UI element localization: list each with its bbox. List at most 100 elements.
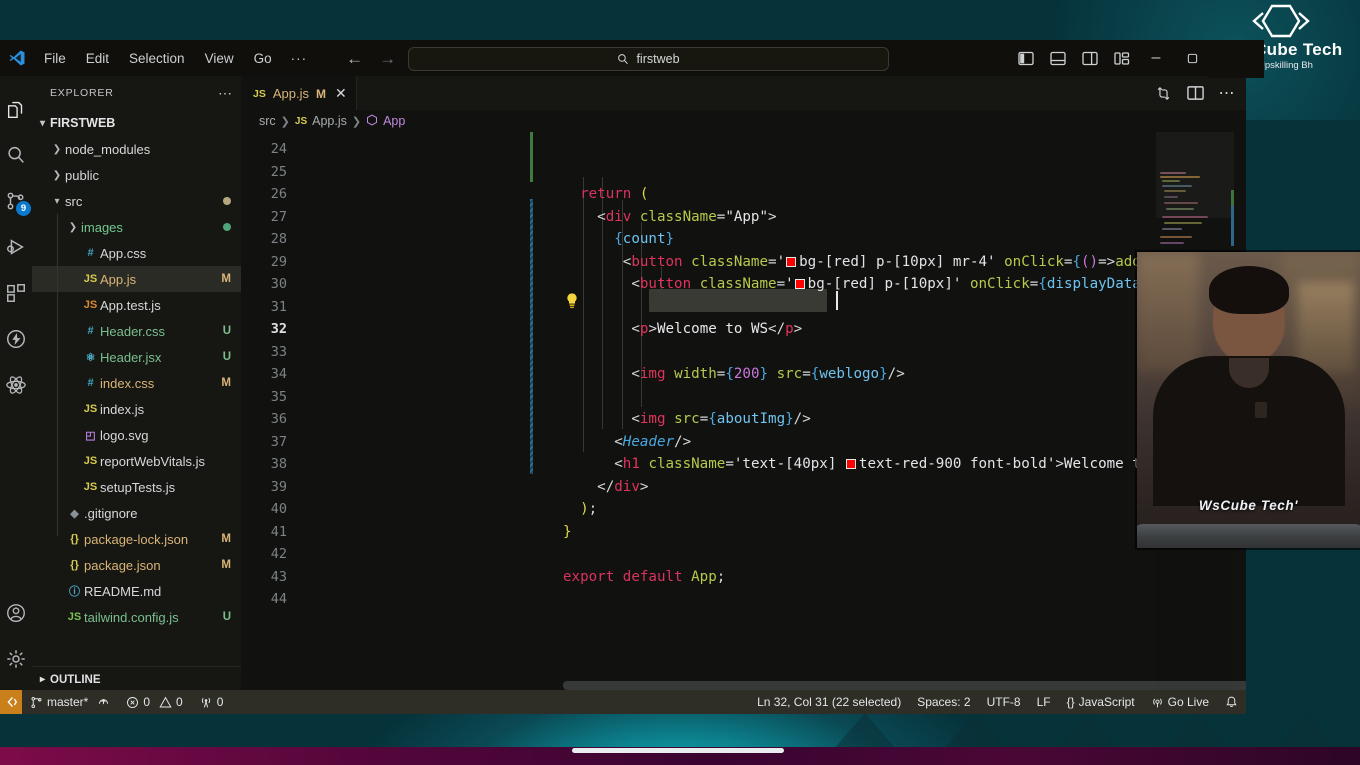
menu-view[interactable]: View <box>195 47 244 70</box>
status-problems[interactable]: 0 0 <box>118 690 190 714</box>
code-line[interactable]: <h1 className='text-[40px] text-red-900 … <box>563 453 1217 476</box>
file-name: node_modules <box>65 141 151 157</box>
status-branch[interactable]: master* <box>22 690 118 714</box>
menu-go[interactable]: Go <box>244 47 282 70</box>
bell-icon <box>1226 696 1237 707</box>
bottom-indicator-bar <box>572 748 784 753</box>
toggle-secondary-sidebar-icon[interactable] <box>1074 40 1106 76</box>
code-line[interactable]: <Header/> <box>563 431 691 454</box>
file-tree-item-package-json[interactable]: {} package.json M <box>32 552 241 578</box>
code-area[interactable]: 24 25 26 27 28 29 30 31 32 33 34 35 36 37 38 39 40 41 42 43… <box>241 132 1246 692</box>
file-tree-item-app-test-js[interactable]: JS App.test.js <box>32 292 241 318</box>
menu-edit[interactable]: Edit <box>76 47 119 70</box>
minimize-button[interactable]: – <box>1138 40 1174 76</box>
file-name: Header.jsx <box>100 349 162 365</box>
file-tree-item-logo-svg[interactable]: ◰ logo.svg <box>32 422 241 448</box>
status-indentation[interactable]: Spaces: 2 <box>909 690 978 714</box>
color-swatch <box>794 279 805 289</box>
status-cursor-position[interactable]: Ln 32, Col 31 (22 selected) <box>749 690 909 714</box>
file-tree-item-node-modules[interactable]: ❯ node_modules <box>32 136 241 162</box>
split-changes-icon[interactable] <box>1150 80 1176 106</box>
workspace-root[interactable]: ▾ FIRSTWEB <box>32 110 241 136</box>
file-tree-item-setuptests-js[interactable]: JS setupTests.js <box>32 474 241 500</box>
code-line[interactable]: return ( <box>563 183 648 206</box>
file-tree-item-images[interactable]: ❯ images <box>32 214 241 240</box>
file-tree-item-src[interactable]: ▾ src <box>32 188 241 214</box>
branch-name: master* <box>47 695 89 709</box>
js-file-icon: JS <box>83 455 98 467</box>
close-icon[interactable]: ✕ <box>335 85 347 102</box>
code-line[interactable]: <img src={aboutImg}/> <box>563 408 810 431</box>
code-line[interactable]: <div className="App"> <box>563 206 776 229</box>
json-file-icon: {} <box>70 533 79 545</box>
file-tree-item-index-css[interactable]: # index.css M <box>32 370 241 396</box>
js-file-icon: JS <box>83 299 98 311</box>
file-status-badge: U <box>222 351 231 363</box>
sidebar-item-run-debug[interactable] <box>0 224 32 270</box>
outline-section[interactable]: ▸ OUTLINE <box>32 666 241 692</box>
file-tree-item-header-css[interactable]: # Header.css U <box>32 318 241 344</box>
sidebar-item-thunder-client[interactable] <box>0 316 32 362</box>
quick-search-input[interactable]: firstweb <box>408 47 889 71</box>
sidebar-item-react-devtools[interactable] <box>0 362 32 408</box>
more-actions-icon[interactable]: ⋯ <box>1214 80 1240 106</box>
code-line[interactable]: } <box>563 521 572 544</box>
file-tree-item-index-js[interactable]: JS index.js <box>32 396 241 422</box>
file-tree-item-readme-md[interactable]: ⓘ README.md <box>32 578 241 604</box>
file-tree-item-header-jsx[interactable]: ⚛ Header.jsx U <box>32 344 241 370</box>
file-status-badge: M <box>221 273 231 285</box>
code-line[interactable]: <p>Welcome to WS</p> <box>563 318 802 341</box>
run-debug-icon <box>7 239 24 255</box>
code-line[interactable]: {count} <box>563 228 674 251</box>
sidebar-item-source-control[interactable]: 9 <box>0 178 32 224</box>
sidebar-item-accounts[interactable] <box>0 590 32 636</box>
file-tree-item--gitignore[interactable]: ◆ .gitignore <box>32 500 241 526</box>
toggle-primary-sidebar-icon[interactable] <box>1010 40 1042 76</box>
code-content[interactable]: return ( <div className="App"> {count} <… <box>241 132 1246 692</box>
menu-file[interactable]: File <box>34 47 76 70</box>
sidebar-item-explorer[interactable] <box>0 86 32 132</box>
status-ports[interactable]: 0 <box>191 690 232 714</box>
go-forward-icon[interactable]: → <box>379 50 396 67</box>
toggle-panel-icon[interactable] <box>1042 40 1074 76</box>
sidebar-item-search[interactable] <box>0 132 32 178</box>
code-line[interactable]: ); <box>563 498 597 521</box>
go-back-icon[interactable]: ← <box>346 50 363 67</box>
extensions-icon <box>7 284 25 302</box>
breadcrumb-symbol[interactable]: App <box>383 114 405 128</box>
status-eol[interactable]: LF <box>1029 690 1059 714</box>
screen: WsCube Tech Upskilling Bh File Edit Sele… <box>0 0 1360 765</box>
file-tree-item-package-lock-json[interactable]: {} package-lock.json M <box>32 526 241 552</box>
jsx-file-icon: ⚛ <box>85 351 96 364</box>
chevron-down-icon: ▾ <box>40 117 46 129</box>
split-editor-icon[interactable] <box>1182 80 1208 106</box>
status-language[interactable]: {} JavaScript <box>1059 690 1143 714</box>
file-tree-item-app-js[interactable]: JS App.js M <box>32 266 241 292</box>
minimap-slider[interactable] <box>1156 132 1234 218</box>
file-tree-item-tailwind-config-js[interactable]: JS tailwind.config.js U <box>32 604 241 630</box>
status-encoding[interactable]: UTF-8 <box>979 690 1029 714</box>
remote-window-icon[interactable] <box>0 690 22 714</box>
menu-more[interactable]: ··· <box>282 47 317 70</box>
customize-layout-icon[interactable] <box>1106 40 1138 76</box>
status-notifications[interactable] <box>1217 690 1246 714</box>
status-go-live[interactable]: Go Live <box>1143 690 1217 714</box>
file-name: package-lock.json <box>84 531 189 547</box>
horizontal-scrollbar[interactable] <box>563 681 1246 690</box>
code-line[interactable]: export default App; <box>563 566 725 589</box>
tab-app-js[interactable]: JS App.js M ✕ <box>241 76 357 110</box>
ellipsis-icon[interactable]: ⋯ <box>218 85 233 102</box>
code-line[interactable]: </div> <box>563 476 648 499</box>
editor-group: JS App.js M ✕ ⋯ src ❯ JS App.js ❯ App 24… <box>241 76 1246 692</box>
breadcrumb-src[interactable]: src <box>259 114 276 128</box>
workspace-name: FIRSTWEB <box>50 116 116 130</box>
file-tree-item-app-css[interactable]: # App.css <box>32 240 241 266</box>
file-tree-item-reportwebvitals-js[interactable]: JS reportWebVitals.js <box>32 448 241 474</box>
breadcrumb-file[interactable]: App.js <box>312 114 347 128</box>
sidebar-item-settings[interactable] <box>0 636 32 682</box>
menu-selection[interactable]: Selection <box>119 47 195 70</box>
file-tree-item-public[interactable]: ❯ public <box>32 162 241 188</box>
sidebar-item-extensions[interactable] <box>0 270 32 316</box>
code-line[interactable]: <img width={200} src={weblogo}/> <box>563 363 904 386</box>
maximize-button[interactable] <box>1174 40 1210 76</box>
